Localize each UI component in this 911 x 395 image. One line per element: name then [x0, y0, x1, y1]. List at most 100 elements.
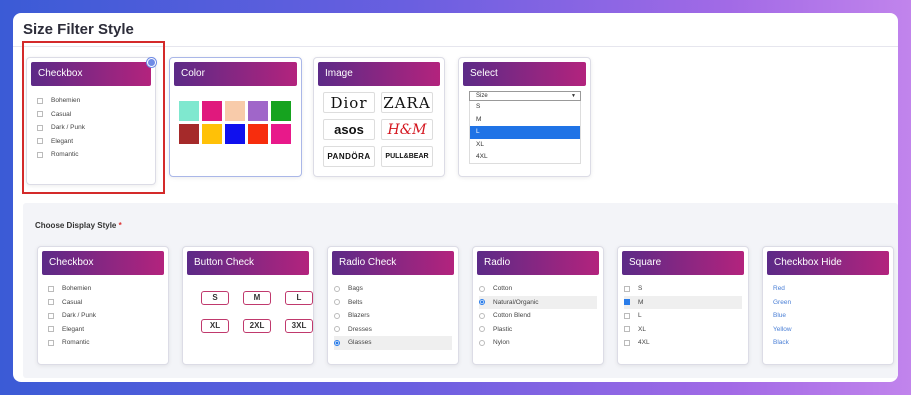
- style-card-checkbox[interactable]: Checkbox Bohemien Casual Dark / Punk Ele…: [26, 57, 156, 185]
- brand-logos: Dior ZARA asos H&M PANDÖRA PULL&BEAR: [323, 92, 433, 167]
- list-item[interactable]: Dark / Punk: [48, 309, 96, 323]
- radio-button[interactable]: [334, 312, 340, 319]
- brand-logo[interactable]: ZARA: [381, 92, 433, 113]
- list-item[interactable]: Casual: [37, 108, 85, 122]
- brand-logo[interactable]: PULL&BEAR: [381, 146, 433, 167]
- radio-button[interactable]: [479, 312, 485, 319]
- brand-logo[interactable]: asos: [323, 119, 375, 140]
- checkbox[interactable]: [624, 285, 630, 292]
- checkbox[interactable]: [48, 299, 54, 306]
- list-item[interactable]: XL: [624, 323, 742, 337]
- list-item[interactable]: Green: [773, 296, 792, 310]
- color-swatch[interactable]: [248, 124, 268, 144]
- size-button[interactable]: M: [243, 291, 271, 305]
- checkbox[interactable]: [48, 339, 54, 346]
- brand-logo[interactable]: Dior: [323, 92, 375, 113]
- list-item[interactable]: Blue: [773, 309, 792, 323]
- list-item[interactable]: 4XL: [624, 336, 742, 350]
- radio-button[interactable]: [479, 285, 485, 292]
- checkbox-list: Bohemien Casual Dark / Punk Elegant Roma…: [48, 282, 96, 350]
- color-swatch[interactable]: [248, 101, 268, 121]
- select-option[interactable]: XL: [469, 138, 581, 151]
- select-box[interactable]: Size ▼: [469, 91, 581, 101]
- style-card-image[interactable]: Image Dior ZARA asos H&M PANDÖRA PULL&BE…: [313, 57, 445, 177]
- list-item[interactable]: Plastic: [479, 323, 597, 337]
- color-swatch[interactable]: [271, 124, 291, 144]
- brand-logo[interactable]: PANDÖRA: [323, 146, 375, 167]
- checkbox[interactable]: [37, 97, 43, 104]
- brand-logo[interactable]: H&M: [381, 119, 433, 140]
- color-swatch[interactable]: [225, 101, 245, 121]
- item-label: M: [638, 298, 644, 306]
- checkbox[interactable]: [624, 326, 630, 333]
- checkbox[interactable]: [37, 111, 43, 118]
- list-item[interactable]: Bags: [334, 282, 452, 296]
- size-button[interactable]: L: [285, 291, 313, 305]
- display-style-checkbox-hide[interactable]: Checkbox Hide Red Green Blue Yellow Blac…: [762, 246, 894, 365]
- radio-button[interactable]: [334, 326, 340, 333]
- list-item[interactable]: L: [624, 309, 742, 323]
- radio-button-checked[interactable]: [479, 299, 485, 306]
- select-option-selected[interactable]: L: [469, 126, 581, 139]
- color-swatch[interactable]: [271, 101, 291, 121]
- list-item[interactable]: Romantic: [37, 148, 85, 162]
- checkbox[interactable]: [48, 312, 54, 319]
- list-item[interactable]: Blazers: [334, 309, 452, 323]
- display-style-button-check[interactable]: Button Check S M L XL 2XL 3XL: [182, 246, 314, 365]
- list-item[interactable]: Black: [773, 336, 792, 350]
- radio-button[interactable]: [479, 339, 485, 346]
- radio-button[interactable]: [479, 326, 485, 333]
- radio-button[interactable]: [334, 299, 340, 306]
- checkbox[interactable]: [37, 151, 43, 158]
- select-option[interactable]: 4XL: [469, 151, 581, 164]
- item-label: L: [638, 312, 642, 320]
- list-item[interactable]: Yellow: [773, 323, 792, 337]
- display-style-checkbox[interactable]: Checkbox Bohemien Casual Dark / Punk Ele…: [37, 246, 169, 365]
- list-item[interactable]: Bohemien: [37, 94, 85, 108]
- style-card-color[interactable]: Color: [169, 57, 302, 177]
- list-item-selected[interactable]: M: [624, 295, 742, 309]
- list-item[interactable]: Cotton: [479, 282, 597, 296]
- checkbox[interactable]: [48, 285, 54, 292]
- select-option[interactable]: S: [469, 101, 581, 114]
- list-item-selected[interactable]: Glasses: [334, 336, 452, 350]
- item-label: Nylon: [493, 339, 510, 347]
- list-item[interactable]: Dresses: [334, 323, 452, 337]
- list-item[interactable]: Dark / Punk: [37, 121, 85, 135]
- radio-button[interactable]: [334, 285, 340, 292]
- color-swatch[interactable]: [225, 124, 245, 144]
- size-button[interactable]: S: [201, 291, 229, 305]
- radio-button-checked[interactable]: [334, 339, 340, 346]
- list-item[interactable]: Cotton Blend: [479, 309, 597, 323]
- style-card-select[interactable]: Select Size ▼ S M L XL 4XL: [458, 57, 591, 177]
- size-button[interactable]: 3XL: [285, 319, 313, 333]
- list-item[interactable]: Nylon: [479, 336, 597, 350]
- list-item[interactable]: Belts: [334, 296, 452, 310]
- list-item-selected[interactable]: Natural/Organic: [479, 295, 597, 309]
- color-swatch[interactable]: [202, 124, 222, 144]
- item-label: Cotton Blend: [493, 312, 531, 320]
- checkbox[interactable]: [37, 138, 43, 145]
- select-option[interactable]: M: [469, 113, 581, 126]
- checkbox[interactable]: [37, 124, 43, 131]
- list-item[interactable]: Romantic: [48, 336, 96, 350]
- checkbox[interactable]: [624, 312, 630, 319]
- checkbox[interactable]: [624, 339, 630, 346]
- display-style-square[interactable]: Square S M L XL 4XL: [617, 246, 749, 365]
- size-select[interactable]: Size ▼ S M L XL 4XL: [469, 91, 581, 164]
- list-item[interactable]: Casual: [48, 296, 96, 310]
- checkbox-checked[interactable]: [624, 299, 630, 306]
- size-button[interactable]: XL: [201, 319, 229, 333]
- checkbox[interactable]: [48, 326, 54, 333]
- list-item[interactable]: Elegant: [48, 323, 96, 337]
- color-swatch[interactable]: [179, 101, 199, 121]
- color-swatch[interactable]: [179, 124, 199, 144]
- color-swatch[interactable]: [202, 101, 222, 121]
- list-item[interactable]: Elegant: [37, 135, 85, 149]
- size-button[interactable]: 2XL: [243, 319, 271, 333]
- list-item[interactable]: S: [624, 282, 742, 296]
- display-style-radio[interactable]: Radio Cotton Natural/Organic Cotton Blen…: [472, 246, 604, 365]
- display-style-radio-check[interactable]: Radio Check Bags Belts Blazers Dresses G…: [327, 246, 459, 365]
- list-item[interactable]: Bohemien: [48, 282, 96, 296]
- list-item[interactable]: Red: [773, 282, 792, 296]
